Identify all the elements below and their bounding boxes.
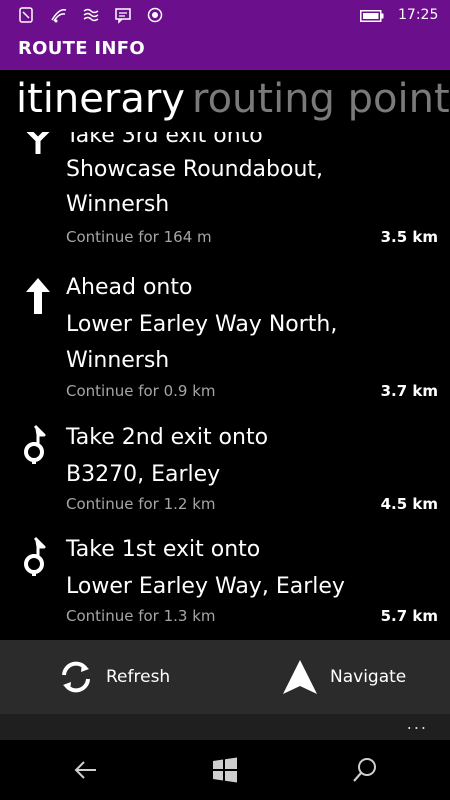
step-line: Winnersh xyxy=(66,348,170,373)
refresh-label: Refresh xyxy=(106,667,171,687)
refresh-icon xyxy=(62,661,90,693)
signal-icon xyxy=(83,8,99,22)
tab-itinerary[interactable]: itinerary xyxy=(16,74,185,124)
list-item[interactable]: Take 1st exit onto Lower Earley Way, Ear… xyxy=(0,532,450,636)
distance-value: 5.7 km xyxy=(380,607,438,625)
step-line: Take 1st exit onto xyxy=(66,537,261,562)
step-line: Take 3rd exit onto xyxy=(66,132,263,148)
system-nav-bar xyxy=(0,740,450,800)
continue-text: Continue for 0.9 km xyxy=(66,382,216,400)
roundabout-icon xyxy=(24,424,46,464)
straight-arrow-icon xyxy=(26,278,50,314)
roundabout-icon xyxy=(26,132,50,154)
pivot-header: itinerary routing points xyxy=(0,70,450,132)
wifi-icon xyxy=(51,8,67,23)
step-line: Ahead onto xyxy=(66,275,193,300)
list-item[interactable]: Take 3rd exit onto Showcase Roundabout, … xyxy=(0,132,450,260)
step-line: Showcase Roundabout, xyxy=(66,157,324,182)
step-line: Lower Earley Way, Earley xyxy=(66,574,345,599)
app-bar-extension: ... xyxy=(0,714,450,740)
ring-icon xyxy=(19,7,33,23)
message-icon xyxy=(115,8,131,24)
roundabout-icon xyxy=(24,536,46,576)
tab-routing-points[interactable]: routing points xyxy=(192,74,450,124)
app-bar: Refresh Navigate xyxy=(0,640,450,714)
step-line: Winnersh xyxy=(66,192,170,217)
continue-text: Continue for 1.2 km xyxy=(66,495,216,513)
navigate-icon xyxy=(283,660,317,694)
clock: 17:25 xyxy=(398,7,439,23)
page-title: ROUTE INFO xyxy=(18,38,145,59)
distance-value: 3.7 km xyxy=(380,382,438,400)
status-icons xyxy=(18,6,164,24)
step-line: Lower Earley Way North, xyxy=(66,312,338,337)
list-item[interactable]: Ahead onto Lower Earley Way North, Winne… xyxy=(0,270,450,412)
step-line: Take 2nd exit onto xyxy=(66,425,269,450)
title-bar: ROUTE INFO xyxy=(0,32,450,70)
distance-value: 3.5 km xyxy=(380,228,438,246)
status-bar: 17:25 xyxy=(0,0,450,32)
record-icon xyxy=(147,7,163,23)
search-icon[interactable] xyxy=(351,756,379,784)
itinerary-list[interactable]: Take 3rd exit onto Showcase Roundabout, … xyxy=(0,132,450,640)
back-icon[interactable] xyxy=(72,756,100,784)
step-line: B3270, Earley xyxy=(66,462,221,487)
continue-text: Continue for 1.3 km xyxy=(66,607,216,625)
distance-value: 4.5 km xyxy=(380,495,438,513)
refresh-button[interactable]: Refresh xyxy=(56,652,170,702)
navigate-label: Navigate xyxy=(330,667,407,687)
navigate-button[interactable]: Navigate xyxy=(280,652,406,702)
battery-icon xyxy=(360,10,384,22)
more-button[interactable]: ... xyxy=(407,714,428,733)
windows-start-icon[interactable] xyxy=(211,756,239,784)
list-item[interactable]: Take 2nd exit onto B3270, Earley Continu… xyxy=(0,420,450,524)
continue-text: Continue for 164 m xyxy=(66,228,212,246)
